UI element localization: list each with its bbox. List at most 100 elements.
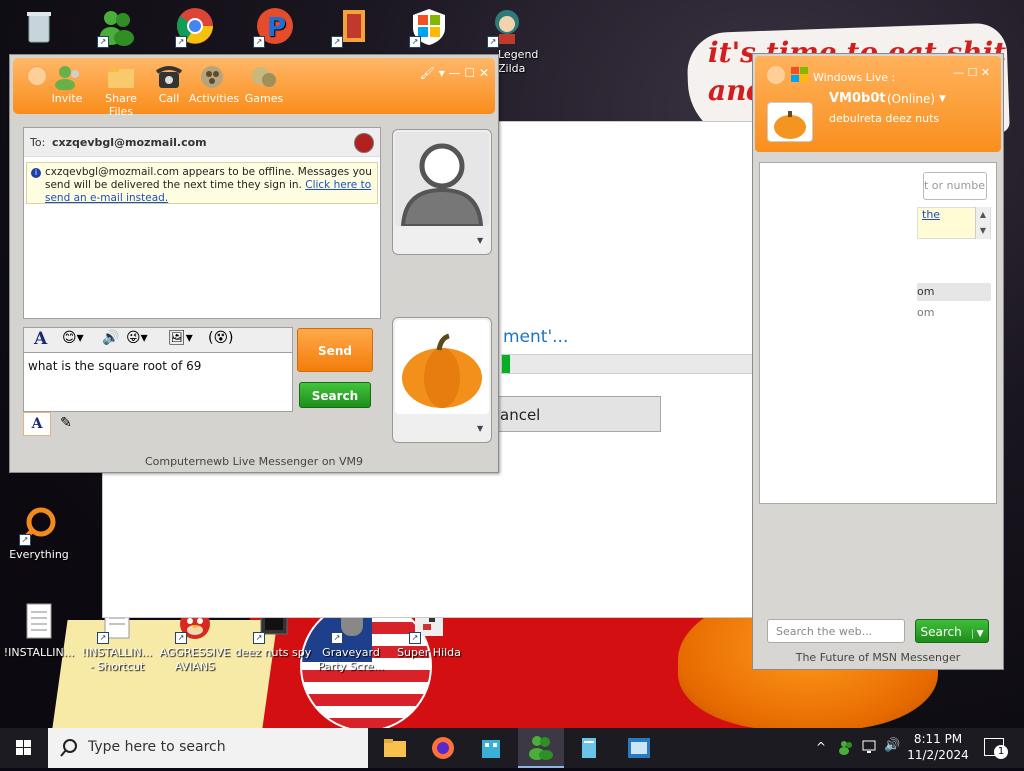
p-app-icon: P ↗ [253,6,293,48]
windows-logo-icon: ↗ [409,6,449,48]
messenger-taskbar-icon[interactable] [518,728,564,768]
message-input-text[interactable]: what is the square root of 69 [28,359,201,373]
messenger-tray-icon[interactable] [838,739,854,758]
clock-time: 8:11 PM [913,732,963,746]
user-status[interactable]: (Online) [887,92,935,106]
nudge-icon[interactable]: (😵) [208,330,234,346]
conversation-footer: Computernewb Live Messenger on VM9 [144,455,364,468]
contact-row[interactable]: om [917,304,991,322]
phone-icon [154,64,184,90]
document-app-icon: ↗ [331,6,371,48]
games-icon [249,64,279,90]
search-button[interactable]: Search [299,382,371,408]
firefox-icon[interactable] [420,728,466,768]
volume-icon[interactable]: 🔊 [884,738,900,753]
status-dropdown-icon[interactable]: ▼ [939,94,946,104]
user-avatar[interactable] [767,102,813,142]
recipient-status-icon [354,133,374,153]
activities-icon [199,64,229,90]
contact-display-picture[interactable]: ▼ [392,129,492,255]
picture-dropdown-icon[interactable]: ▼ [477,236,483,245]
toolbar-label: Games [244,92,284,105]
web-search-button-label: Search [920,625,962,639]
desktop-icon-label: Everything [9,548,69,561]
desktop-icon-label: Super Hilda [397,646,461,659]
desktop-icon-windows-logo[interactable]: ↗ [390,6,468,50]
taskbar-search-placeholder: Type here to search [88,739,226,755]
my-display-picture[interactable]: ▼ [392,317,492,443]
file-explorer-icon[interactable] [372,728,418,768]
cancel-button[interactable]: ancel [495,396,661,432]
window-controls[interactable]: — ☐ ✕ [953,66,990,79]
app-icon[interactable] [616,728,662,768]
chrome-icon: ↗ [175,6,215,48]
user-display-name[interactable]: VM0b0t [829,91,886,106]
voice-clip-icon[interactable]: 🔊 [102,330,119,346]
toolbar-games[interactable]: Games [236,64,292,105]
messenger-title: Windows Live : [813,71,896,84]
desktop-icon-p-app[interactable]: P ↗ [234,6,312,50]
desktop-icon-label: deez nuts spy [234,646,312,659]
network-icon[interactable] [862,739,878,758]
dropdown-arrow-icon[interactable]: ▼ [971,629,984,639]
svg-text:P: P [267,13,286,43]
folder-icon [106,64,136,90]
info-icon: i [31,168,41,178]
default-avatar-icon [395,132,489,226]
contact-row[interactable]: om [917,283,991,301]
windows-logo-icon [791,67,809,86]
taskbar-search-box[interactable]: Type here to search [48,728,368,768]
window-controls[interactable]: 🖌 ▾ — ☐ ✕ [420,66,489,80]
installer-status-text: ment'... [503,327,569,347]
desktop-icon-messenger[interactable]: ↗ [78,6,156,50]
wink-icon[interactable]: 😜▾ [126,330,148,346]
contact-search-input[interactable]: t or numbe [923,172,987,200]
messenger-footer: The Future of MSN Messenger [795,651,961,664]
picture-dropdown-icon[interactable]: ▼ [477,424,483,433]
web-search-button[interactable]: Search ▼ [915,619,989,643]
desktop-icon-label: AGGRESSIVE AVIANS [159,646,231,673]
recipient-bar: To: cxzqevbgl@mozmail.com [24,128,380,157]
conversation-window: Invite Share Files Call Activities Games… [9,54,499,473]
clock-date: 11/2/2024 [907,748,969,762]
personal-message[interactable]: debulreta deez nuts [829,112,939,125]
notice-link[interactable]: the [918,208,940,221]
to-label: To: [30,136,46,149]
toolbar-activities[interactable]: Activities [186,64,242,105]
messenger-menu-icon[interactable] [767,66,785,84]
font-icon[interactable]: A [34,329,47,349]
messenger-main-window: Windows Live : — ☐ ✕ VM0b0t (Online) ▼ d… [752,53,1004,670]
desktop-icon-installing[interactable]: !INSTALLIN... [0,602,78,660]
conversation-history: To: cxzqevbgl@mozmail.com i cxzqevbgl@mo… [23,127,381,319]
messenger-people-icon: ↗ [97,6,137,48]
building-icon[interactable] [468,728,514,768]
send-button[interactable]: Send [297,328,373,372]
offline-notice: i cxzqevbgl@mozmail.com appears to be of… [26,162,378,204]
web-search-input[interactable]: Search the web... [767,619,905,643]
offline-notice-text: cxzqevbgl@mozmail.com appears to be offl… [45,166,373,205]
message-input[interactable]: what is the square root of 69 [23,352,293,412]
desktop-icon-recycle-bin[interactable] [0,6,78,50]
emoticon-icon[interactable]: 😊▾ [62,330,84,346]
format-toolbar: A 😊▾ 🔊 😜▾ 🖼▾ (😵) [23,327,293,353]
file-icon[interactable] [566,728,612,768]
notice-scrollbar[interactable]: ▲ ▼ [975,207,990,239]
input-mode-tabs: A ✎ [23,412,83,436]
text-mode-tab[interactable]: A [23,412,51,436]
desktop-icon-chrome[interactable]: ↗ [156,6,234,50]
background-icon[interactable]: 🖼▾ [168,330,193,346]
show-hidden-icons-icon[interactable]: ^ [816,740,826,754]
windows-start-icon [16,740,31,755]
desktop-icon-label: !INSTALLIN... - Shortcut [81,646,153,673]
everything-search-icon: ↗ [19,504,59,546]
recipient-address[interactable]: cxzqevbgl@mozmail.com [52,136,207,149]
conversation-toolbar: Invite Share Files Call Activities Games… [13,58,495,118]
start-button[interactable] [0,728,48,768]
notification-center-icon[interactable]: 1 [984,738,1008,759]
desktop-icon-document[interactable]: ↗ [312,6,390,50]
handwriting-mode-tab[interactable]: ✎ [53,412,79,434]
desktop-icon-everything[interactable]: ↗ Everything [0,504,78,562]
toolbar-invite[interactable]: Invite [39,64,95,105]
recycle-bin-icon [19,6,59,46]
taskbar-clock[interactable]: 8:11 PM 11/2/2024 [900,731,976,763]
